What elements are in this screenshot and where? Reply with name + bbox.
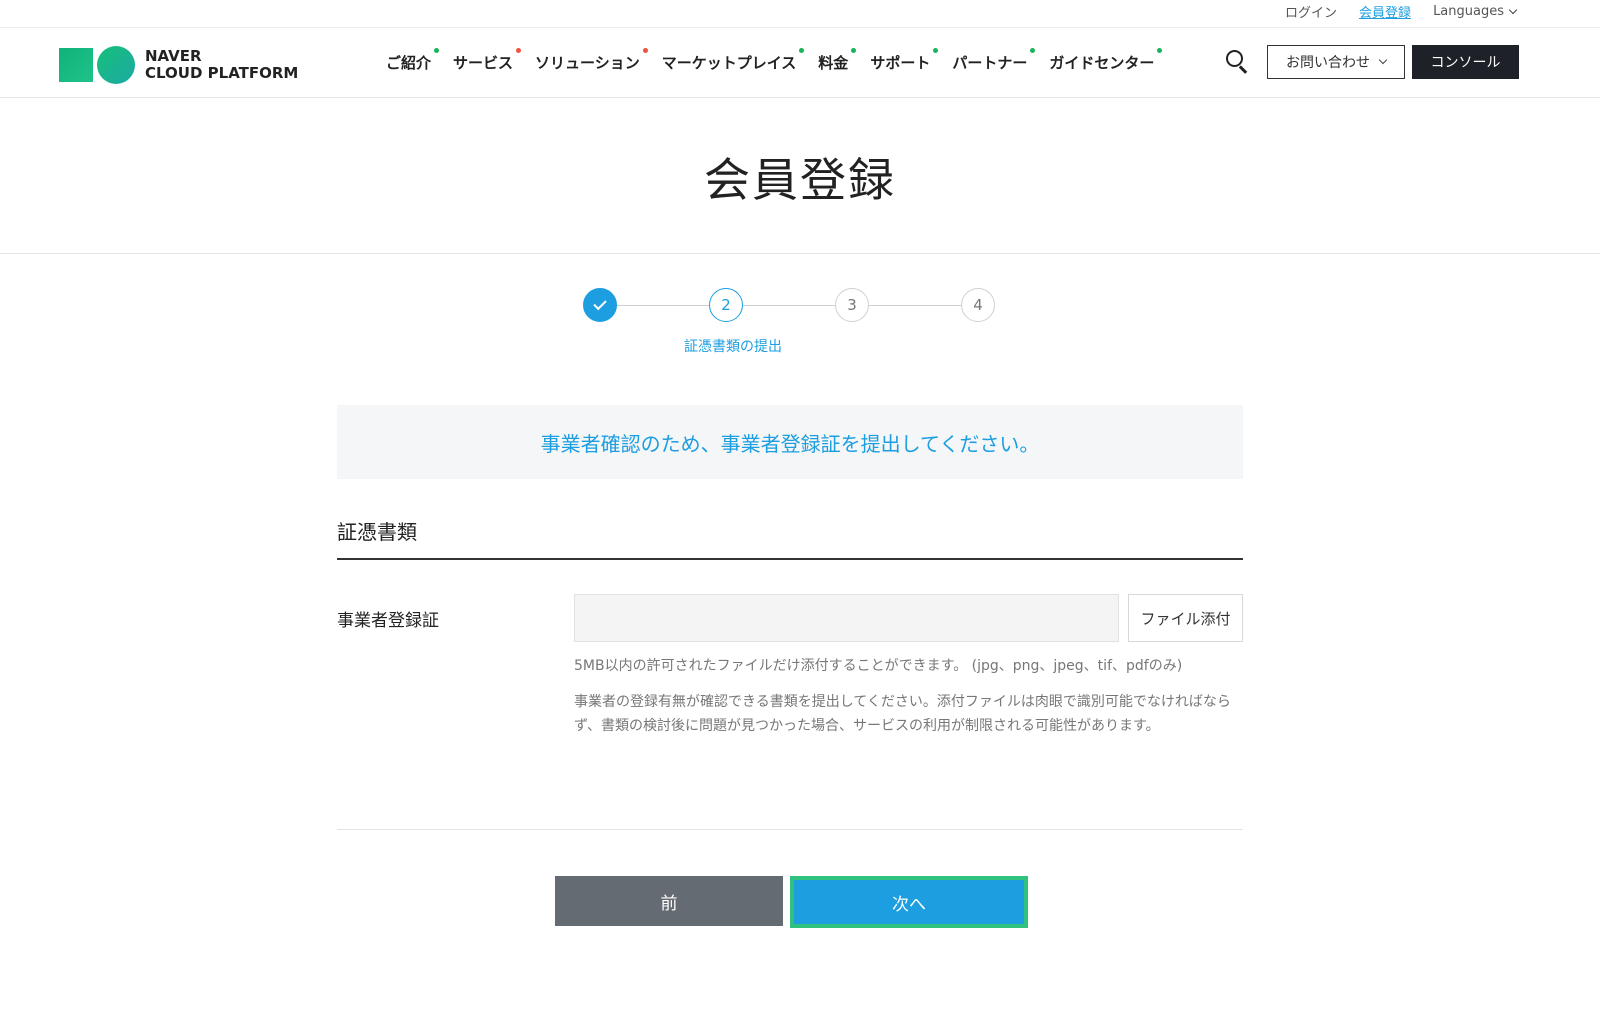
- step-connector: [743, 305, 835, 306]
- nav-dot-icon: [1030, 48, 1036, 53]
- languages-label: Languages: [1433, 4, 1504, 19]
- contact-dropdown-button[interactable]: お問い合わせ: [1267, 45, 1405, 79]
- nav-label: マーケットプレイス: [661, 54, 797, 72]
- step-3: 3: [835, 288, 869, 322]
- utility-links: ログイン 会員登録 Languages: [1285, 2, 1518, 21]
- logo-line1: NAVER: [145, 47, 202, 65]
- nav-item-marketplace[interactable]: マーケットプレイス: [661, 48, 805, 73]
- nav-item-services[interactable]: サービス: [453, 48, 522, 73]
- logo-square-icon: [59, 48, 93, 82]
- nav-item-intro[interactable]: ご紹介: [386, 48, 440, 73]
- nav-dot-icon: [642, 48, 648, 53]
- search-handle: [1239, 65, 1248, 74]
- top-utility-bar: ログイン 会員登録 Languages: [0, 0, 1600, 28]
- logo-line2: CLOUD PLATFORM: [145, 64, 299, 82]
- step-1-completed: [583, 288, 617, 322]
- nav-dot-icon: [516, 48, 522, 53]
- nav-label: パートナー: [952, 54, 1028, 72]
- document-note: 事業者の登録有無が確認できる書類を提出してください。添付ファイルは肉眼で識別可能…: [574, 694, 1231, 734]
- step-connector: [617, 305, 709, 306]
- prev-button[interactable]: 前: [555, 876, 783, 926]
- attach-file-button[interactable]: ファイル添付: [1128, 594, 1243, 642]
- notice-banner: 事業者確認のため、事業者登録証を提出してください。: [337, 405, 1243, 479]
- check-icon: [593, 296, 607, 311]
- nav-label: ソリューション: [535, 54, 640, 72]
- chevron-down-icon: [1378, 55, 1388, 65]
- logo-circle-icon: [97, 46, 135, 84]
- step-connector: [869, 305, 961, 306]
- naver-cloud-logo[interactable]: NAVER CLOUD PLATFORM: [59, 46, 298, 84]
- main-nav: ご紹介 サービス ソリューション マーケットプレイス 料金 サポート パートナー…: [386, 48, 1176, 73]
- languages-dropdown[interactable]: Languages: [1433, 2, 1518, 21]
- step-4: 4: [961, 288, 995, 322]
- nav-item-partner[interactable]: パートナー: [952, 48, 1036, 73]
- bottom-divider: [337, 829, 1243, 830]
- nav-item-solutions[interactable]: ソリューション: [535, 48, 648, 73]
- nav-label: サービス: [453, 54, 514, 72]
- section-divider: [337, 558, 1243, 560]
- step-2-active: 2: [709, 288, 743, 322]
- nav-item-support[interactable]: サポート: [870, 48, 939, 73]
- search-icon[interactable]: [1226, 50, 1248, 74]
- contact-label: お問い合わせ: [1286, 55, 1370, 71]
- nav-item-guide-center[interactable]: ガイドセンター: [1049, 48, 1163, 73]
- nav-dot-icon: [933, 48, 939, 53]
- nav-dot-icon: [1157, 48, 1163, 53]
- login-link[interactable]: ログイン: [1285, 2, 1337, 21]
- title-area: 会員登録: [0, 98, 1600, 254]
- nav-label: ご紹介: [386, 54, 432, 72]
- file-path-input[interactable]: [574, 594, 1119, 642]
- next-button[interactable]: 次へ: [790, 876, 1028, 928]
- file-size-hint: 5MB以内の許可されたファイルだけ添付することができます。 (jpg、png、j…: [574, 658, 1183, 674]
- nav-dot-icon: [434, 48, 440, 53]
- nav-dot-icon: [799, 48, 805, 53]
- signup-stepper: 2 3 4 証憑書類の提出: [583, 288, 995, 368]
- section-title: 証憑書類: [337, 520, 417, 544]
- console-button[interactable]: コンソール: [1412, 45, 1519, 79]
- main-header: NAVER CLOUD PLATFORM ご紹介 サービス ソリューション マー…: [0, 28, 1600, 98]
- active-step-label: 証憑書類の提出: [684, 339, 782, 355]
- business-registration-label: 事業者登録証: [337, 611, 439, 631]
- nav-item-pricing[interactable]: 料金: [818, 48, 857, 73]
- chevron-down-icon: [1508, 5, 1518, 14]
- page-title: 会員登録: [704, 153, 896, 207]
- nav-dot-icon: [851, 48, 857, 53]
- logo-text: NAVER CLOUD PLATFORM: [145, 48, 298, 82]
- nav-label: サポート: [870, 54, 931, 72]
- nav-label: 料金: [818, 54, 849, 72]
- nav-label: ガイドセンター: [1049, 54, 1155, 72]
- signup-link[interactable]: 会員登録: [1359, 2, 1411, 21]
